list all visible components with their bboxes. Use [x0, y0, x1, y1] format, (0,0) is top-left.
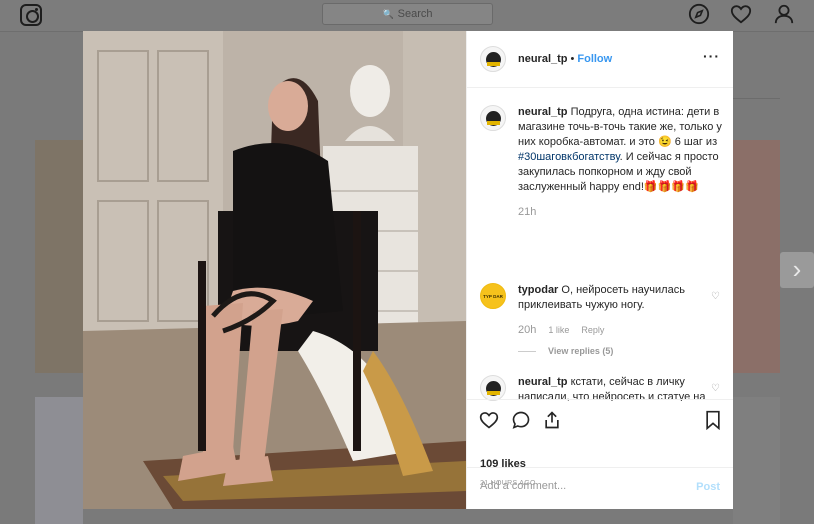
separator-dot: •: [570, 53, 575, 65]
avatar[interactable]: [480, 46, 506, 72]
list-item: TYP DAR typodar О, нейросеть научилась п…: [480, 283, 724, 356]
comment-username[interactable]: typodar: [518, 284, 558, 296]
replies-dash: [518, 351, 536, 353]
post-header: neural_tp • Follow ···: [467, 31, 733, 88]
top-navigation-bar: 🔍 Search: [0, 0, 814, 32]
avatar[interactable]: [480, 105, 506, 131]
post-photo[interactable]: [83, 31, 466, 509]
grid-tile-left[interactable]: [35, 140, 83, 373]
share-icon[interactable]: [542, 410, 562, 430]
search-placeholder: Search: [397, 8, 433, 20]
post-comment-button[interactable]: Post: [696, 481, 720, 493]
comment-meta: 21h: [518, 206, 724, 218]
list-item: neural_tp кстати, сейчас в личку написал…: [480, 375, 724, 401]
avatar[interactable]: TYP DAR: [480, 283, 506, 309]
compass-icon[interactable]: [688, 3, 710, 25]
comment-time[interactable]: 20h: [518, 324, 536, 336]
search-box[interactable]: 🔍 Search: [322, 3, 493, 25]
caption-comment: neural_tp Подруга, одна истина: дети в м…: [480, 105, 724, 218]
reply-button[interactable]: Reply: [581, 325, 604, 335]
grid-tile-bottom-right[interactable]: [733, 397, 780, 524]
next-post-arrow-icon[interactable]: ›: [780, 252, 814, 288]
heart-icon[interactable]: [730, 3, 752, 25]
like-comment-heart-icon[interactable]: ♡: [711, 383, 720, 394]
post-side-panel: neural_tp • Follow ··· neural_tp Подруга…: [466, 31, 733, 509]
post-modal: neural_tp • Follow ··· neural_tp Подруга…: [83, 31, 733, 509]
comment-username[interactable]: neural_tp: [518, 376, 568, 388]
user-icon[interactable]: [773, 3, 795, 25]
comment-text: neural_tp Подруга, одна истина: дети в м…: [518, 105, 724, 195]
hashtag-link[interactable]: #30шаговкбогатству: [518, 151, 620, 163]
post-username[interactable]: neural_tp: [518, 53, 568, 65]
like-comment-heart-icon[interactable]: ♡: [711, 291, 720, 302]
comment-username[interactable]: neural_tp: [518, 106, 568, 118]
comment-bubble-icon[interactable]: [511, 410, 531, 430]
like-heart-icon[interactable]: [479, 410, 499, 430]
more-options-icon[interactable]: ···: [703, 49, 720, 63]
comment-time[interactable]: 21h: [518, 206, 536, 218]
instagram-logo-icon[interactable]: [20, 4, 42, 26]
search-icon: 🔍: [382, 9, 394, 19]
grid-tile-right[interactable]: [733, 140, 780, 373]
follow-button[interactable]: Follow: [577, 53, 612, 65]
bookmark-icon[interactable]: [703, 410, 723, 430]
comment-input[interactable]: [480, 480, 680, 492]
comments-list[interactable]: neural_tp Подруга, одна истина: дети в м…: [467, 89, 733, 401]
comment-likes[interactable]: 1 like: [548, 325, 569, 335]
view-replies-button[interactable]: View replies (5): [518, 346, 724, 356]
comment-text: neural_tp кстати, сейчас в личку написал…: [518, 375, 724, 401]
view-replies-label: View replies (5): [548, 346, 614, 356]
add-comment-bar: Post: [467, 467, 733, 509]
comment-text: typodar О, нейросеть научилась приклеива…: [518, 283, 724, 313]
grid-tile-bottom-left[interactable]: [35, 397, 83, 524]
post-photo-illustration: [83, 31, 466, 509]
comment-meta: 20h 1 like Reply: [518, 324, 724, 336]
avatar[interactable]: [480, 375, 506, 401]
